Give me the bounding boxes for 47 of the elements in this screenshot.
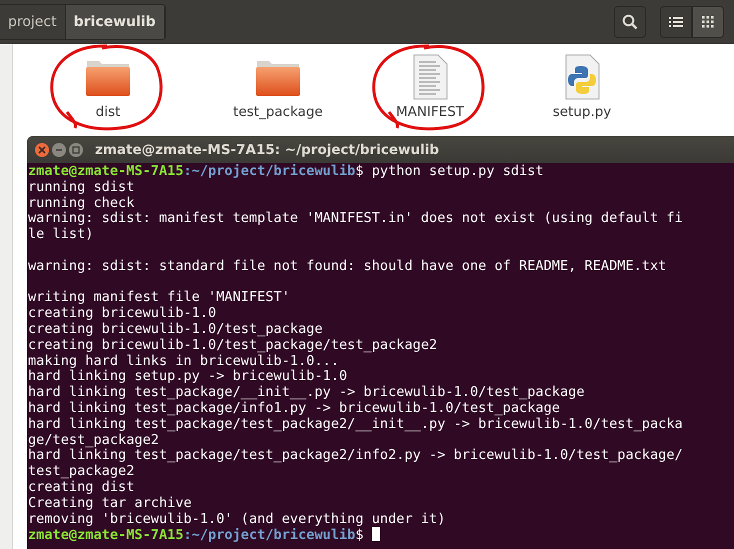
file-item[interactable]: setup.py xyxy=(552,54,612,120)
terminal-output-line: hard linking setup.py -> bricewulib-1.0 xyxy=(28,368,348,384)
file-name: setup.py xyxy=(552,104,612,120)
search-button[interactable] xyxy=(614,6,646,38)
prompt-user-host: zmate@zmate-MS-7A15 xyxy=(28,527,184,544)
file-item[interactable]: MANIFEST xyxy=(396,54,464,120)
terminal-output-line: le list) xyxy=(28,226,94,242)
terminal-output-line: test_package2 xyxy=(28,463,134,480)
file-item[interactable]: test_package xyxy=(233,54,323,120)
terminal-output-line: hard linking test_package/test_package2/info2.py -> bricewulib-1.0/test_package/ xyxy=(28,447,683,464)
file-name: test_package xyxy=(233,104,323,120)
list-view-button[interactable] xyxy=(660,6,692,38)
terminal-output-line: making hard links in bricewulib-1.0... xyxy=(28,352,339,369)
list-icon xyxy=(669,16,683,28)
terminal-output-line: creating bricewulib-1.0/test_package xyxy=(28,320,323,337)
terminal-output-line: Creating tar archive xyxy=(28,494,192,511)
minimize-button[interactable] xyxy=(52,142,66,156)
terminal-output-line: warning: sdist: manifest template 'MANIFEST.in' does not exist (using default fi xyxy=(28,210,683,226)
search-icon xyxy=(622,14,638,30)
prompt-path: :~/project/bricewulib xyxy=(184,527,356,544)
terminal-output-line: warning: sdist: standard file not found: should have one of README, README.txt xyxy=(28,258,666,274)
close-button[interactable] xyxy=(35,142,49,156)
maximize-button[interactable] xyxy=(69,142,83,156)
grid-view-button[interactable] xyxy=(692,6,724,38)
terminal-output-line: hard linking test_package/info1.py -> bricewulib-1.0/test_package xyxy=(28,400,560,416)
terminal-output-line: writing manifest file 'MANIFEST' xyxy=(28,289,290,306)
terminal-output-line: creating dist xyxy=(28,478,134,495)
window-title: zmate@zmate-MS-7A15: ~/project/bricewulib xyxy=(95,142,439,158)
terminal-output-line: hard linking test_package/test_package2/__init__.py -> bricewulib-1.0/test_packa xyxy=(28,416,683,432)
terminal-output-line: hard linking test_package/__init__.py -> bricewulib-1.0/test_package xyxy=(28,384,585,400)
terminal-output-line: running sdist xyxy=(28,178,134,195)
terminal-output-line: ge/test_package2 xyxy=(28,432,159,448)
terminal-output-line: running check xyxy=(28,194,134,211)
file-name: dist xyxy=(96,104,120,120)
path-bar-button[interactable]: bricewulib xyxy=(66,5,165,39)
maximize-icon xyxy=(72,146,80,154)
grid-icon xyxy=(702,16,714,28)
command-text: $ python setup.py sdist xyxy=(355,163,544,179)
file-item[interactable]: dist xyxy=(85,54,131,120)
terminal-output-line: creating bricewulib-1.0 xyxy=(28,305,216,322)
terminal-output-line: removing 'bricewulib-1.0' (and everything under it) xyxy=(28,510,446,527)
prompt-path: :~/project/bricewulib xyxy=(184,163,356,179)
command-text: $ xyxy=(355,527,365,544)
close-icon xyxy=(38,146,46,154)
prompt-user-host: zmate@zmate-MS-7A15 xyxy=(28,163,184,179)
terminal-output-line: creating bricewulib-1.0/test_package/test_package2 xyxy=(28,336,438,353)
file-name: MANIFEST xyxy=(396,104,464,120)
